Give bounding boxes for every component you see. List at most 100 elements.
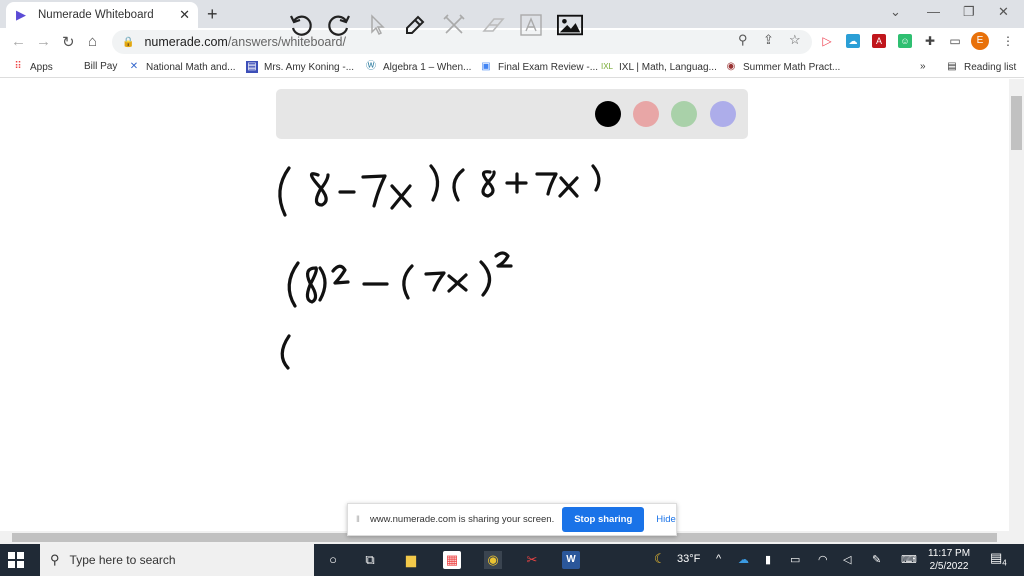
color-swatch-black[interactable] <box>595 101 621 127</box>
browser-toolbar: ← → ↻ ⌂ 🔒 numerade.com/answers/whiteboar… <box>0 28 1024 56</box>
screen-share-bar: ‖ www.numerade.com is sharing your scree… <box>347 503 677 536</box>
reading-list-icon: ▤ <box>947 61 957 72</box>
undo-button[interactable] <box>288 12 314 38</box>
bookmark-bill-pay[interactable]: Bill Pay <box>84 61 117 72</box>
reload-button[interactable]: ↻ <box>62 33 75 51</box>
chrome-icon[interactable]: ◉ <box>484 551 502 569</box>
select-tool-button[interactable] <box>364 12 390 38</box>
color-swatch-blue[interactable] <box>710 101 736 127</box>
battery-icon[interactable]: ▭ <box>790 553 800 566</box>
share-icon[interactable]: ⇪ <box>763 32 774 48</box>
extension-cloud-icon[interactable]: ☁ <box>846 34 860 48</box>
show-hidden-icons-button[interactable]: ^ <box>716 553 721 565</box>
restore-button[interactable]: ❐ <box>963 4 975 20</box>
eraser-icon <box>482 18 505 32</box>
handwriting-line-1 <box>278 164 601 217</box>
start-button[interactable] <box>8 552 24 573</box>
ribbon-icon: ✕ <box>129 61 139 72</box>
vertical-scroll-thumb[interactable] <box>1011 96 1022 150</box>
taskbar-search-box[interactable]: ⚲ Type here to search <box>40 544 314 576</box>
pen-icon <box>406 15 425 34</box>
task-view-icon[interactable]: ⧉ <box>361 551 379 569</box>
redo-button[interactable] <box>326 12 352 38</box>
hide-button[interactable]: Hide <box>656 514 676 525</box>
tab-numerade-whiteboard[interactable]: ▶ Numerade Whiteboard ✕ <box>6 2 198 28</box>
cast-icon[interactable]: ▭ <box>948 34 962 48</box>
notification-count: 4 <box>1002 558 1007 568</box>
tools-icon <box>443 14 465 34</box>
bookmark-apps[interactable]: ⠿ Apps <box>12 61 52 73</box>
pen-tool-button[interactable] <box>402 12 428 38</box>
reading-list-button[interactable]: ▤ Reading list <box>946 61 1016 73</box>
touch-keyboard-icon[interactable]: ⌨ <box>901 553 917 566</box>
page-icon: ▤ <box>246 61 258 73</box>
minimize-button[interactable]: — <box>927 4 940 19</box>
tab-search-icon[interactable]: ⌄ <box>890 4 901 20</box>
bookmark-algebra-1[interactable]: Ⓦ Algebra 1 – When... <box>365 61 471 73</box>
text-box-icon <box>520 14 542 36</box>
zoom-icon[interactable]: ⚲ <box>738 32 748 48</box>
lock-icon: 🔒 <box>122 36 135 48</box>
bookmarks-overflow-button[interactable]: » <box>920 61 926 72</box>
eraser-button[interactable] <box>480 12 506 38</box>
image-tool-button[interactable] <box>557 12 583 38</box>
whiteboard-canvas[interactable] <box>0 79 1009 531</box>
back-button[interactable]: ← <box>11 33 26 50</box>
search-icon: ⚲ <box>50 552 60 567</box>
form-icon: ▣ <box>481 61 491 72</box>
extensions-puzzle-icon[interactable]: ✚ <box>923 34 937 48</box>
clock-date: 2/5/2022 <box>929 561 969 572</box>
bookmark-mrs-amy-koning[interactable]: ▤ Mrs. Amy Koning -... <box>246 61 354 73</box>
new-tab-button[interactable]: + <box>207 4 218 25</box>
search-placeholder: Type here to search <box>69 553 176 567</box>
bookmark-final-exam-review[interactable]: ▣ Final Exam Review -... <box>480 61 598 73</box>
weather-moon-icon: ☾ <box>654 551 666 566</box>
bookmark-star-icon[interactable]: ☆ <box>789 32 801 48</box>
cursor-arrow-icon <box>371 14 385 36</box>
extension-green-icon[interactable]: ☺ <box>898 34 912 48</box>
cortana-icon[interactable]: ○ <box>324 551 342 569</box>
menu-kebab-icon[interactable]: ⋮ <box>1001 34 1015 48</box>
redo-icon <box>328 15 350 36</box>
wordpress-icon: Ⓦ <box>366 61 376 72</box>
extension-record-icon[interactable]: ▷ <box>820 34 834 48</box>
close-tab-icon[interactable]: ✕ <box>179 7 190 23</box>
onedrive-icon[interactable]: ☁ <box>738 553 749 566</box>
windows-taskbar: ⚲ Type here to search ○ ⧉ ▆ ▦ ◉ ✂ W ☾ 33… <box>0 544 1024 576</box>
bookmark-summer-math[interactable]: ◉ Summer Math Pract... <box>725 61 841 73</box>
numerade-logo-icon: ▶ <box>16 7 26 22</box>
drag-handle-icon[interactable]: ‖ <box>356 514 360 525</box>
close-window-button[interactable]: ✕ <box>998 4 1009 20</box>
apps-grid-icon: ⠿ <box>14 61 22 72</box>
pen-workspace-icon[interactable]: ✎ <box>872 553 881 566</box>
share-message: www.numerade.com is sharing your screen. <box>369 514 555 525</box>
microphone-icon[interactable]: ▮ <box>765 553 771 566</box>
file-explorer-icon[interactable]: ▆ <box>402 551 420 569</box>
ixl-icon: IXL <box>601 62 614 71</box>
windows-logo-icon <box>8 552 24 568</box>
bookmarks-bar: ⠿ Apps Bill Pay ✕ National Math and... ▤ Mr… <box>0 56 1024 78</box>
handwriting-line-2 <box>287 251 513 308</box>
tab-title: Numerade Whiteboard <box>38 9 154 21</box>
tab-strip: ▶ Numerade Whiteboard ✕ + ⌄ — ❐ ✕ <box>0 0 1024 28</box>
tools-button[interactable] <box>441 12 467 38</box>
snip-sketch-icon[interactable]: ✂ <box>523 551 541 569</box>
bookmark-ixl[interactable]: IXL IXL | Math, Languag... <box>601 61 717 73</box>
taskbar-clock[interactable]: 11:17 PM 2/5/2022 <box>928 547 970 573</box>
extension-acrobat-icon[interactable]: A <box>872 34 886 48</box>
forward-button[interactable]: → <box>36 33 51 50</box>
microsoft-store-icon[interactable]: ▦ <box>443 551 461 569</box>
color-swatch-red[interactable] <box>633 101 659 127</box>
volume-icon[interactable]: ◁ <box>843 553 851 566</box>
home-button[interactable]: ⌂ <box>88 33 97 50</box>
text-tool-button[interactable] <box>518 12 544 38</box>
weather-temp[interactable]: 33°F <box>677 553 700 565</box>
wifi-icon[interactable]: ◠ <box>818 553 828 566</box>
undo-icon <box>290 15 312 36</box>
color-swatch-green[interactable] <box>671 101 697 127</box>
notifications-button[interactable]: ▤4 <box>990 550 1007 568</box>
word-icon[interactable]: W <box>562 551 580 569</box>
bookmark-national-math[interactable]: ✕ National Math and... <box>128 61 236 73</box>
stop-sharing-button[interactable]: Stop sharing <box>562 507 645 532</box>
profile-avatar[interactable]: E <box>971 32 989 50</box>
